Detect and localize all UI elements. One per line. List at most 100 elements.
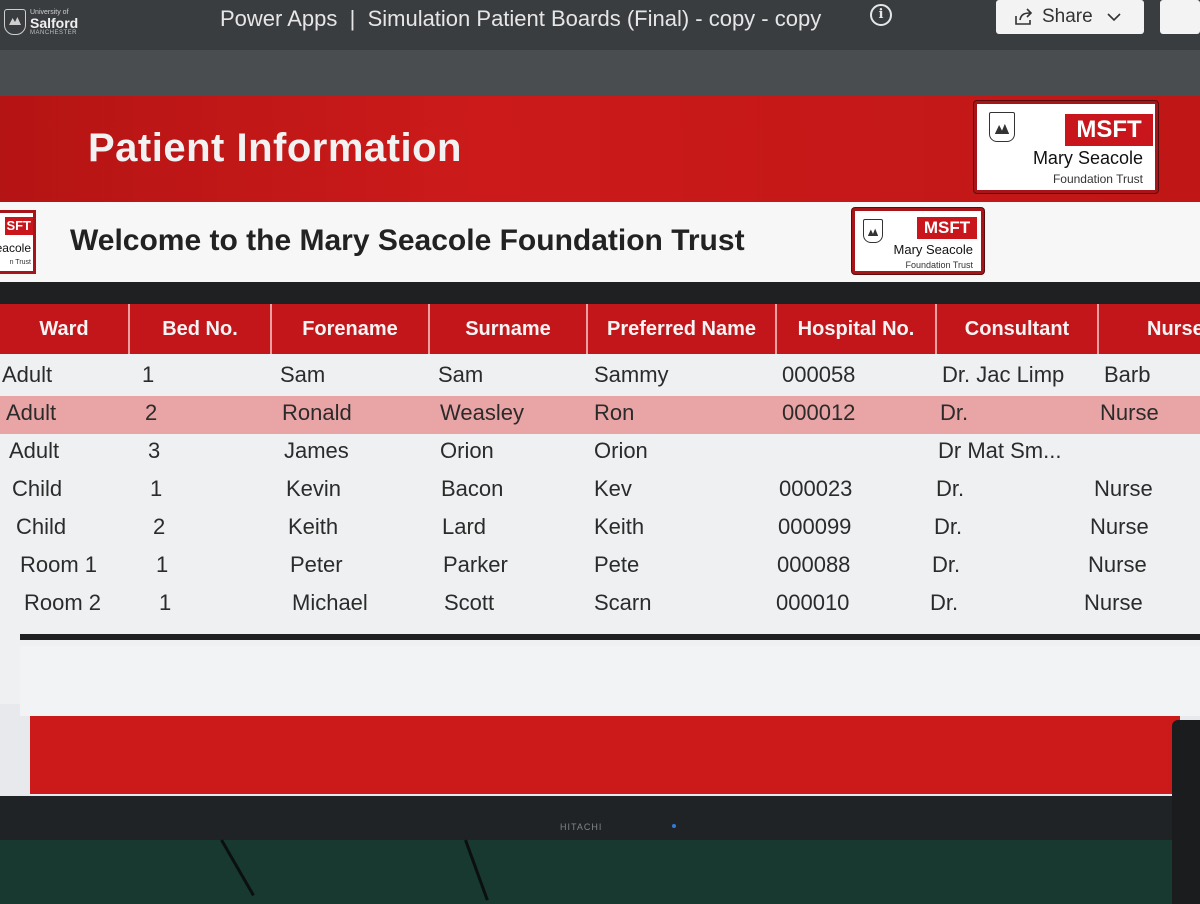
cell-bed: 1 — [156, 552, 169, 577]
cell-bed: 1 — [150, 476, 163, 501]
blank-panel — [20, 646, 1200, 716]
header-divider — [0, 282, 1200, 304]
logo-abbrev: MSFT — [1065, 114, 1153, 146]
table-row-selected[interactable]: Adult 2 Ronald Weasley Ron 000012 Dr. Nu… — [0, 396, 1200, 434]
cell-forename: Keith — [288, 514, 339, 539]
table-row[interactable]: Child 1 Kevin Bacon Kev 000023 Dr. Nurse — [0, 472, 1200, 510]
cell-forename: James — [284, 438, 349, 463]
column-header-bed[interactable]: Bed No. — [130, 304, 272, 354]
cell-hospital: 000010 — [776, 590, 850, 615]
cell-surname: Sam — [438, 362, 484, 387]
cell-ward: Adult — [6, 400, 57, 425]
logo-name: Mary Seacole — [893, 242, 973, 257]
logo-trust: Foundation Trust — [905, 260, 973, 270]
more-options-button[interactable] — [1160, 0, 1200, 34]
monitor-brand: HITACHI — [560, 822, 603, 832]
info-icon[interactable]: i — [870, 4, 892, 26]
crest-icon — [863, 219, 883, 243]
table-row[interactable]: Adult 3 James Orion Orion Dr Mat Sm... — [0, 434, 1200, 472]
cell-preferred: Sammy — [594, 362, 669, 387]
cell-hospital: 000099 — [778, 514, 852, 539]
table-bottom-border — [20, 634, 1200, 640]
column-header-forename[interactable]: Forename — [272, 304, 430, 354]
partial-logo-abbrev: SFT — [5, 217, 33, 235]
msft-logo-large: MSFT Mary Seacole Foundation Trust — [974, 101, 1158, 193]
cell-consultant: Dr. Jac Limp — [942, 362, 1065, 387]
patient-table: Ward Bed No. Forename Surname Preferred … — [0, 304, 1200, 704]
table-row[interactable]: Adult 1 Sam Sam Sammy 000058 Dr. Jac Lim… — [0, 358, 1200, 396]
cell-hospital: 000088 — [777, 552, 851, 577]
cell-nurse: Barb — [1104, 362, 1151, 387]
cell-consultant: Dr. — [940, 400, 969, 425]
table-header: Ward Bed No. Forename Surname Preferred … — [0, 304, 1200, 354]
cell-nurse: Nurse — [1084, 590, 1143, 615]
cell-hospital: 000058 — [782, 362, 856, 387]
cell-forename: Kevin — [286, 476, 342, 501]
logo-trust: Foundation Trust — [1052, 172, 1143, 186]
cell-consultant: Dr. — [936, 476, 965, 501]
column-header-hospital-no[interactable]: Hospital No. — [777, 304, 937, 354]
cell-ward: Child — [12, 476, 63, 501]
footer-banner — [30, 716, 1180, 794]
column-header-ward[interactable]: Ward — [0, 304, 130, 354]
welcome-heading: Welcome to the Mary Seacole Foundation T… — [70, 224, 745, 257]
cell-forename: Ronald — [282, 400, 352, 425]
cell-nurse: Nurse — [1094, 476, 1153, 501]
share-button[interactable]: Share — [996, 0, 1144, 34]
crest-icon — [989, 112, 1015, 142]
logo-abbrev: MSFT — [917, 217, 977, 239]
cell-nurse: Nurse — [1090, 514, 1149, 539]
cell-surname: Weasley — [440, 400, 524, 425]
cell-preferred: Ron — [594, 400, 635, 425]
partial-logo-name: eacole — [0, 241, 31, 255]
university-sub: MANCHESTER — [30, 29, 78, 36]
canvas-margin — [0, 50, 1200, 96]
cell-preferred: Scarn — [594, 590, 652, 615]
cell-nurse: Nurse — [1100, 400, 1159, 425]
cell-consultant: Dr. — [934, 514, 963, 539]
table-row[interactable]: Room 1 1 Peter Parker Pete 000088 Dr. Nu… — [0, 548, 1200, 586]
share-icon — [1015, 8, 1033, 25]
cell-hospital: 000023 — [779, 476, 853, 501]
cell-ward: Adult — [2, 362, 53, 387]
cell-hospital: 000012 — [782, 400, 856, 425]
cell-forename: Sam — [280, 362, 326, 387]
cell-bed: 1 — [142, 362, 155, 387]
cell-bed: 3 — [148, 438, 161, 463]
app-titlebar: University of Salford MANCHESTER Power A… — [0, 0, 1200, 50]
welcome-strip: SFT eacole n Trust Welcome to the Mary S… — [0, 202, 1200, 282]
university-name: Salford — [30, 14, 79, 31]
column-header-consultant[interactable]: Consultant — [937, 304, 1099, 354]
cell-ward: Child — [16, 514, 67, 539]
cell-ward: Room 1 — [20, 552, 98, 577]
logo-name: Mary Seacole — [1032, 148, 1143, 168]
cell-bed: 1 — [159, 590, 172, 615]
cell-surname: Scott — [444, 590, 495, 615]
column-header-nurse[interactable]: Nurse — [1099, 304, 1200, 354]
cell-surname: Bacon — [441, 476, 504, 501]
cell-ward: Adult — [9, 438, 60, 463]
cell-surname: Parker — [443, 552, 508, 577]
cell-preferred: Keith — [594, 514, 645, 539]
table-row[interactable]: Child 2 Keith Lard Keith 000099 Dr. Nurs… — [0, 510, 1200, 548]
app-title: Power Apps | Simulation Patient Boards (… — [220, 6, 822, 31]
cell-consultant: Dr. — [932, 552, 961, 577]
column-header-surname[interactable]: Surname — [430, 304, 588, 354]
desk-surface — [0, 840, 1200, 904]
cell-consultant: Dr Mat Sm... — [938, 438, 1062, 463]
cell-forename: Peter — [290, 552, 343, 577]
page-title: Patient Information — [88, 126, 462, 170]
cell-nurse: Nurse — [1088, 552, 1147, 577]
app-canvas: Patient Information MSFT Mary Seacole Fo… — [0, 96, 1200, 796]
university-logo: University of Salford MANCHESTER — [4, 2, 88, 42]
cell-consultant: Dr. — [930, 590, 959, 615]
cell-surname: Orion — [440, 438, 494, 463]
power-led-icon — [672, 824, 676, 828]
monitor-bezel — [0, 796, 1200, 840]
msft-logo-partial: SFT eacole n Trust — [0, 210, 36, 274]
cell-preferred: Kev — [594, 476, 632, 501]
table-row[interactable]: Room 2 1 Michael Scott Scarn 000010 Dr. … — [0, 586, 1200, 624]
partial-logo-trust: n Trust — [9, 259, 31, 266]
column-header-preferred-name[interactable]: Preferred Name — [588, 304, 777, 354]
header-banner: Patient Information MSFT Mary Seacole Fo… — [0, 96, 1200, 202]
